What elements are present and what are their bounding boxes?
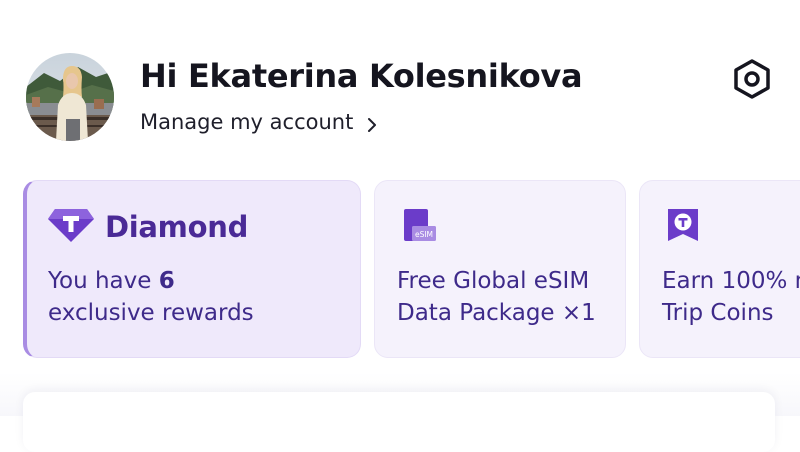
greeting-title: Hi Ekaterina Kolesnikova (140, 57, 583, 95)
trip-coin-badge-icon (665, 207, 701, 249)
settings-gear-icon (734, 59, 770, 99)
esim-description: Free Global eSIM Data Package ×1 (397, 265, 596, 329)
diamond-badge-icon (47, 207, 95, 247)
esim-card-icon: eSIM (400, 207, 438, 249)
coins-description: Earn 100% m Trip Coins (662, 265, 800, 329)
tier-header: Diamond (47, 207, 248, 247)
rewards-line2: exclusive rewards (48, 300, 254, 326)
chevron-right-icon (367, 114, 378, 132)
coins-line2: Trip Coins (662, 300, 774, 326)
tier-name: Diamond (105, 210, 249, 244)
settings-button[interactable] (732, 58, 772, 100)
trip-coins-card[interactable]: Earn 100% m Trip Coins (639, 180, 800, 358)
esim-offer-card[interactable]: eSIM Free Global eSIM Data Package ×1 (374, 180, 626, 358)
rewards-prefix: You have (48, 268, 159, 294)
diamond-rewards-card[interactable]: Diamond You have 6 exclusive rewards (23, 180, 361, 358)
esim-line1: Free Global eSIM (397, 268, 590, 294)
esim-line2: Data Package ×1 (397, 300, 596, 326)
next-section-card (23, 392, 775, 452)
rewards-count: 6 (158, 268, 175, 294)
esim-label: eSIM (415, 230, 433, 239)
avatar[interactable] (26, 53, 114, 141)
manage-account-link[interactable]: Manage my account (140, 107, 378, 137)
coins-line1: Earn 100% m (662, 268, 800, 294)
manage-account-label: Manage my account (140, 110, 354, 134)
rewards-description: You have 6 exclusive rewards (48, 265, 254, 329)
